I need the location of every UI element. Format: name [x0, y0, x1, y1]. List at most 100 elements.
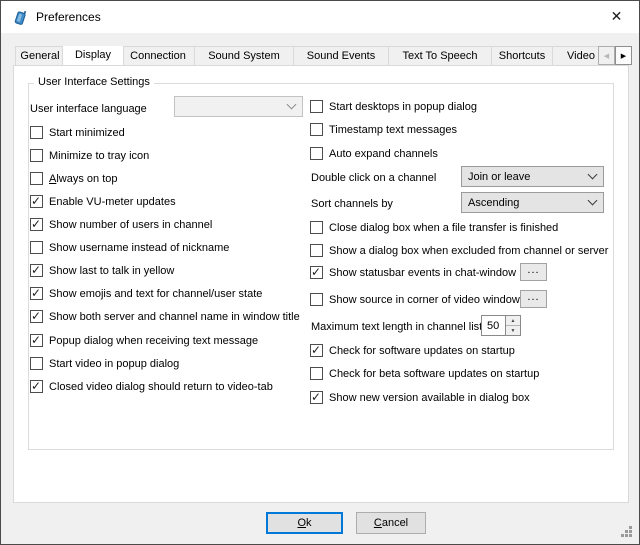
start-minimized-checkbox[interactable] [30, 126, 43, 139]
row-vu-meter: Enable VU-meter updates [30, 194, 176, 209]
show-emojis-checkbox[interactable] [30, 287, 43, 300]
double-click-select[interactable]: Join or leave [461, 166, 604, 187]
closed-video-return-checkbox[interactable] [30, 380, 43, 393]
tab-sound-events[interactable]: Sound Events [293, 46, 389, 65]
minimize-to-tray-checkbox[interactable] [30, 149, 43, 162]
checkbox-label: Start minimized [49, 127, 125, 139]
row-minimize-to-tray: Minimize to tray icon [30, 148, 149, 163]
row-excluded-dialog: Show a dialog box when excluded from cha… [310, 243, 608, 258]
app-icon [12, 9, 29, 26]
row-timestamp-messages: Timestamp text messages [310, 122, 457, 137]
double-click-value: Join or leave [468, 171, 530, 183]
checkbox-label: Check for beta software updates on start… [329, 368, 539, 380]
row-new-version-dialog: Show new version available in dialog box [310, 390, 530, 405]
chevron-down-icon [287, 100, 297, 110]
checkbox-label: Check for software updates on startup [329, 345, 515, 357]
double-click-label: Double click on a channel [311, 172, 436, 184]
cancel-button[interactable]: Cancel [356, 512, 426, 534]
checkbox-label: Show a dialog box when excluded from cha… [329, 245, 608, 257]
excluded-dialog-checkbox[interactable] [310, 244, 323, 257]
checkbox-label: Always on top [49, 173, 118, 185]
timestamp-messages-checkbox[interactable] [310, 123, 323, 136]
tab-connection[interactable]: Connection [121, 46, 195, 65]
checkbox-label: Closed video dialog should return to vid… [49, 381, 273, 393]
row-show-username: Show username instead of nickname [30, 240, 229, 255]
new-version-dialog-checkbox[interactable] [310, 391, 323, 404]
max-text-length-label: Maximum text length in channel list [311, 321, 482, 333]
checkbox-label: Show username instead of nickname [49, 242, 229, 254]
row-closed-video-return: Closed video dialog should return to vid… [30, 379, 273, 394]
row-statusbar-events: Show statusbar events in chat-window [310, 265, 516, 280]
video-source-corner-checkbox[interactable] [310, 293, 323, 306]
show-user-count-checkbox[interactable] [30, 218, 43, 231]
spin-down-icon[interactable]: ▼ [506, 326, 520, 335]
tab-sound-system[interactable]: Sound System [194, 46, 294, 65]
row-server-channel-title: Show both server and channel name in win… [30, 309, 300, 324]
language-label: User interface language [30, 103, 147, 115]
auto-expand-checkbox[interactable] [310, 147, 323, 160]
tab-scroll-left-button: ◀ [598, 46, 615, 65]
row-start-minimized: Start minimized [30, 125, 125, 140]
ok-button[interactable]: Ok [266, 512, 343, 534]
statusbar-events-options-button[interactable]: ... [520, 263, 547, 281]
max-text-length-spinner: 50 ▲ ▼ [481, 315, 521, 336]
row-popup-text-message: Popup dialog when receiving text message [30, 333, 258, 348]
checkbox-label: Show last to talk in yellow [49, 265, 174, 277]
max-text-length-input[interactable]: 50 [481, 315, 505, 336]
tab-bar: General Display Connection Sound System … [15, 46, 598, 65]
checkbox-label: Auto expand channels [329, 148, 438, 160]
checkbox-label: Enable VU-meter updates [49, 196, 176, 208]
row-video-source-corner: Show source in corner of video window [310, 292, 520, 307]
preferences-window: Preferences ✕ General Display Connection… [0, 0, 640, 545]
close-button[interactable]: ✕ [594, 1, 639, 32]
title-bar: Preferences ✕ [1, 1, 639, 33]
row-last-to-talk: Show last to talk in yellow [30, 263, 174, 278]
start-desktops-checkbox[interactable] [310, 100, 323, 113]
close-on-file-transfer-checkbox[interactable] [310, 221, 323, 234]
checkbox-label: Popup dialog when receiving text message [49, 335, 258, 347]
vu-meter-checkbox[interactable] [30, 195, 43, 208]
checkbox-label: Show number of users in channel [49, 219, 212, 231]
chevron-down-icon [588, 196, 598, 206]
check-beta-updates-checkbox[interactable] [310, 367, 323, 380]
checkbox-label: Minimize to tray icon [49, 150, 149, 162]
sort-channels-label: Sort channels by [311, 198, 393, 210]
row-start-desktops: Start desktops in popup dialog [310, 99, 477, 114]
always-on-top-checkbox[interactable] [30, 172, 43, 185]
last-to-talk-checkbox[interactable] [30, 264, 43, 277]
group-title: User Interface Settings [34, 76, 154, 88]
checkbox-label: Start video in popup dialog [49, 358, 179, 370]
video-source-options-button[interactable]: ... [520, 290, 547, 308]
video-popup-checkbox[interactable] [30, 357, 43, 370]
tab-text-to-speech[interactable]: Text To Speech [388, 46, 492, 65]
show-username-checkbox[interactable] [30, 241, 43, 254]
checkbox-label: Close dialog box when a file transfer is… [329, 222, 558, 234]
chevron-down-icon [588, 170, 598, 180]
resize-grip[interactable] [620, 525, 623, 528]
row-always-on-top: Always on top [30, 171, 118, 186]
row-close-on-file-transfer: Close dialog box when a file transfer is… [310, 220, 558, 235]
tab-general[interactable]: General [15, 46, 65, 65]
statusbar-events-checkbox[interactable] [310, 266, 323, 279]
window-title: Preferences [36, 10, 101, 24]
sort-channels-value: Ascending [468, 197, 519, 209]
check-updates-checkbox[interactable] [310, 344, 323, 357]
language-select[interactable] [174, 96, 303, 117]
checkbox-label: Start desktops in popup dialog [329, 101, 477, 113]
tab-shortcuts[interactable]: Shortcuts [491, 46, 553, 65]
checkbox-label: Timestamp text messages [329, 124, 457, 136]
row-show-emojis: Show emojis and text for channel/user st… [30, 286, 262, 301]
tab-scroll-right-button[interactable]: ▶ [615, 46, 632, 65]
checkbox-label: Show statusbar events in chat-window [329, 267, 516, 279]
sort-channels-select[interactable]: Ascending [461, 192, 604, 213]
row-check-updates: Check for software updates on startup [310, 343, 515, 358]
tab-display[interactable]: Display [62, 46, 124, 65]
checkbox-label: Show new version available in dialog box [329, 392, 530, 404]
server-channel-title-checkbox[interactable] [30, 310, 43, 323]
row-video-popup: Start video in popup dialog [30, 356, 179, 371]
popup-text-message-checkbox[interactable] [30, 334, 43, 347]
checkbox-label: Show source in corner of video window [329, 294, 520, 306]
tab-video[interactable]: Video [552, 46, 598, 65]
checkbox-label: Show both server and channel name in win… [49, 311, 300, 323]
spin-up-icon[interactable]: ▲ [506, 316, 520, 326]
